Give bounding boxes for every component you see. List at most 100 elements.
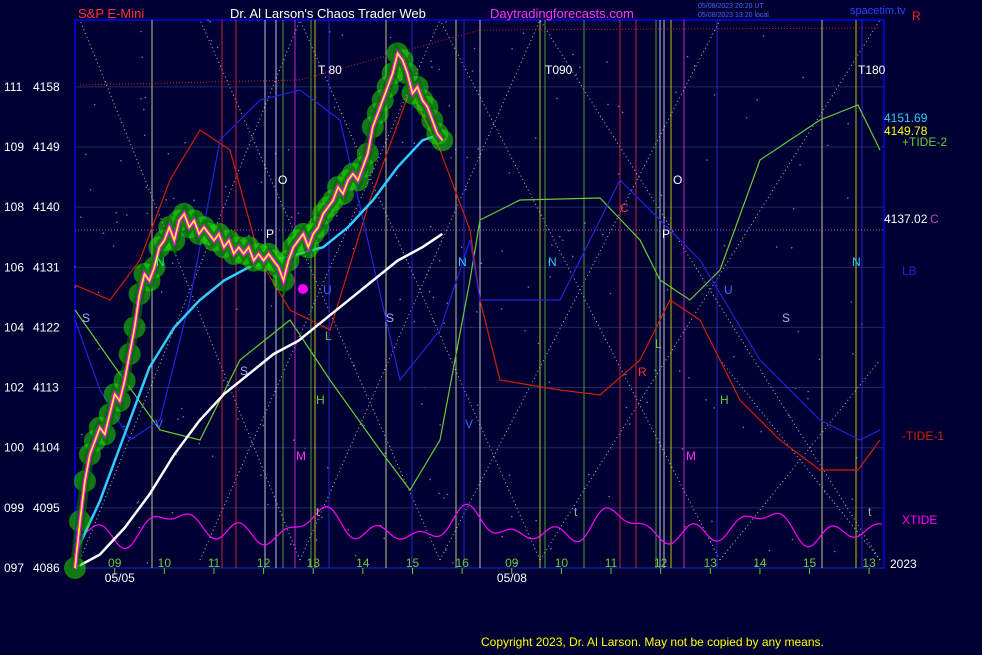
star-dot: [550, 547, 552, 550]
header-center-title: Dr. Al Larson's Chaos Trader Web: [230, 6, 426, 21]
star-dot: [224, 185, 227, 188]
star-dot: [588, 473, 590, 476]
star-dot: [79, 216, 82, 218]
star-dot: [446, 302, 449, 304]
star-dot: [446, 493, 449, 496]
star-dot: [818, 358, 821, 361]
star-dot: [289, 543, 292, 545]
y-tick-left: 102: [4, 381, 24, 395]
star-dot: [790, 246, 793, 249]
star-dot: [466, 156, 468, 159]
star-dot: [852, 353, 854, 355]
x-tick-label: 15: [406, 556, 420, 570]
star-dot: [97, 291, 100, 294]
star-dot: [450, 156, 452, 159]
y-tick-left: 109: [4, 140, 24, 154]
star-dot: [140, 30, 142, 33]
star-dot: [413, 320, 415, 323]
y-tick-price: 4095: [33, 501, 60, 515]
star-dot: [675, 91, 677, 94]
star-dot: [742, 426, 745, 429]
header-timestamp-local: 05/08/2023 13:20 local: [698, 12, 769, 19]
x-tick-label: 13: [704, 556, 718, 570]
star-dot: [430, 60, 432, 63]
star-dot: [160, 291, 163, 293]
star-dot: [609, 292, 612, 295]
star-dot: [713, 94, 716, 96]
star-dot: [799, 164, 801, 166]
y-tick-price: 4149: [33, 140, 60, 154]
star-dot: [389, 36, 392, 39]
y-tick-left: 097: [4, 561, 24, 575]
header-site-link[interactable]: Daytradingforecasts.com: [490, 6, 634, 21]
star-dot: [428, 290, 431, 293]
star-dot: [267, 503, 269, 506]
star-dot: [535, 519, 538, 522]
star-dot: [575, 73, 578, 76]
low-marker: [298, 284, 308, 294]
star-dot: [827, 144, 829, 147]
chart-annotation-letter: N: [458, 255, 467, 269]
y-tick-left: 111: [4, 80, 23, 94]
star-dot: [556, 97, 558, 100]
star-dot: [584, 222, 586, 224]
footer-copyright: Copyright 2023, Dr. Al Larson. May not b…: [481, 635, 824, 649]
x-tick-label: 14: [356, 556, 370, 570]
chart-annotation-letter: H: [720, 393, 729, 407]
x-tick-label: 12: [654, 556, 668, 570]
star-dot: [182, 415, 185, 418]
star-dot: [321, 516, 323, 519]
star-dot: [438, 68, 441, 71]
star-dot: [660, 194, 663, 197]
star-dot: [475, 311, 478, 313]
star-dot: [705, 398, 707, 401]
star-dot: [558, 235, 561, 238]
y-tick-price: 4122: [33, 320, 60, 334]
star-dot: [74, 286, 76, 288]
star-dot: [629, 423, 631, 425]
star-dot: [431, 66, 433, 69]
star-dot: [143, 134, 146, 137]
star-dot: [625, 373, 627, 376]
star-dot: [537, 342, 540, 345]
x-tick-label: 13: [307, 556, 321, 570]
star-dot: [448, 105, 451, 107]
star-dot: [89, 188, 92, 191]
star-dot: [760, 430, 763, 433]
y-tick-left: 108: [4, 200, 24, 214]
x-tick-label: 15: [803, 556, 817, 570]
star-dot: [383, 537, 386, 540]
chart-annotation-letter: U: [724, 283, 733, 297]
right-label: 4151.69: [884, 111, 928, 125]
star-dot: [439, 424, 441, 426]
star-dot: [146, 562, 149, 564]
chart-annotation-letter: O: [673, 173, 682, 187]
star-dot: [792, 207, 795, 210]
star-dot: [788, 414, 790, 417]
star-dot: [745, 116, 748, 119]
star-dot: [171, 262, 174, 265]
top-marker: T180: [858, 63, 886, 77]
star-dot: [775, 246, 778, 248]
star-dot: [756, 98, 758, 101]
star-dot: [678, 370, 681, 372]
y-tick-price: 4113: [33, 381, 59, 395]
star-dot: [429, 225, 432, 228]
chart-annotation-letter: R: [638, 365, 647, 379]
chart-annotation-letter: P: [266, 227, 274, 241]
chart-annotation-letter: N: [852, 255, 861, 269]
chart-annotation-letter: M: [296, 449, 306, 463]
star-dot: [207, 19, 209, 22]
star-dot: [262, 424, 265, 427]
star-dot: [833, 550, 836, 553]
x-tick-label: 11: [208, 556, 221, 570]
y-tick-left: 106: [4, 260, 24, 274]
star-dot: [460, 246, 463, 249]
star-dot: [395, 174, 398, 177]
date-label: 05/05: [105, 571, 135, 585]
x-tick-label: 10: [158, 556, 172, 570]
star-dot: [522, 32, 525, 35]
y-tick-left: 100: [4, 441, 24, 455]
star-dot: [270, 305, 273, 307]
star-dot: [211, 455, 214, 457]
